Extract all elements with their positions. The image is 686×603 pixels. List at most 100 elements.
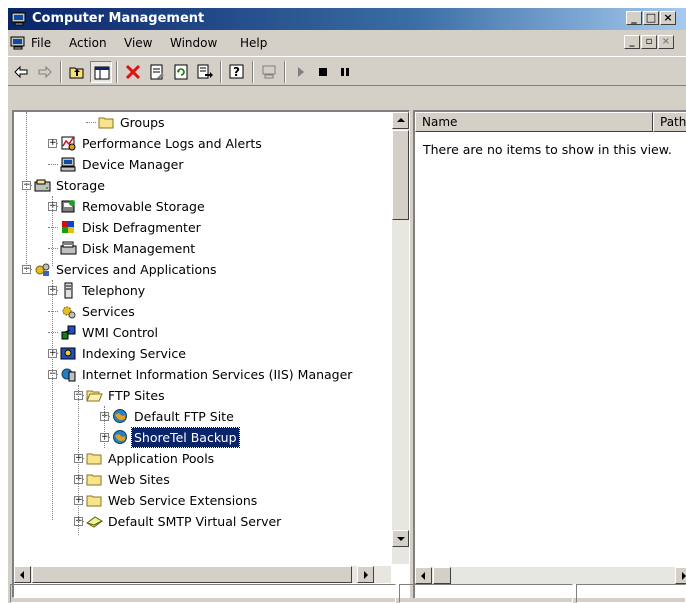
folder-icon	[86, 471, 103, 488]
show-hide-console-tree-button[interactable]	[90, 61, 112, 83]
tree-item-label: ShoreTel Backup	[131, 427, 240, 448]
menu-help[interactable]: Help	[240, 36, 267, 50]
tree-connector	[52, 196, 54, 266]
tree-item-performance-logs-and-alerts[interactable]: + Performance Logs and Alerts	[14, 133, 389, 154]
stop-service-button[interactable]	[312, 61, 334, 83]
back-arrow-icon	[14, 65, 28, 79]
status-panel-3	[576, 584, 686, 603]
tree-item-groups[interactable]: Groups	[14, 112, 389, 133]
help-icon: ?	[229, 64, 244, 79]
tree-horizontal-scrollbar[interactable]	[14, 566, 391, 583]
tree-item-internet-information-services-iis-manager[interactable]: − Internet Information Services (IIS) Man…	[14, 364, 389, 385]
tree-item-device-manager[interactable]: Device Manager	[14, 154, 389, 175]
menu-file[interactable]: File	[31, 36, 51, 50]
maximize-button[interactable]: □	[643, 11, 659, 25]
back-button[interactable]	[10, 61, 32, 83]
services-gear-icon	[60, 303, 77, 320]
tree-item-disk-management[interactable]: Disk Management	[14, 238, 389, 259]
column-header-name[interactable]: Name	[415, 112, 653, 132]
tree-item-web-service-extensions[interactable]: + Web Service Extensions	[14, 490, 389, 511]
tree-vertical-scrollbar[interactable]	[392, 112, 409, 564]
console-window-icon[interactable]	[10, 35, 26, 51]
removable-storage-icon	[60, 198, 77, 215]
tree-item-label: Device Manager	[82, 157, 184, 172]
folder-open-icon	[86, 387, 103, 404]
start-service-button[interactable]	[290, 61, 312, 83]
scroll-right-button[interactable]	[357, 566, 374, 583]
tree-item-wmi-control[interactable]: WMI Control	[14, 322, 389, 343]
console-tree[interactable]: Groups + Performance Logs and Alerts Device…	[12, 110, 410, 598]
tree-item-application-pools[interactable]: + Application Pools	[14, 448, 389, 469]
tree-item-ftp-sites[interactable]: − FTP Sites	[14, 385, 389, 406]
smtp-server-icon	[86, 513, 103, 530]
tree-item-disk-defragmenter[interactable]: Disk Defragmenter	[14, 217, 389, 238]
console-button[interactable]	[258, 61, 280, 83]
help-button[interactable]: ?	[226, 61, 248, 83]
iis-manager-icon	[60, 366, 77, 383]
menu-bar: File Action View Window Help _ ▫ ×	[8, 31, 686, 55]
folder-icon	[98, 114, 115, 131]
folder-icon	[86, 492, 103, 509]
expand-toggle[interactable]: +	[48, 139, 57, 148]
tree-item-label: Performance Logs and Alerts	[82, 136, 262, 151]
toolbar-separator	[252, 61, 254, 83]
status-panel-main	[10, 584, 396, 603]
up-one-level-button[interactable]	[66, 61, 88, 83]
child-restore-button[interactable]: ▫	[641, 35, 657, 49]
child-close-button[interactable]: ×	[658, 35, 674, 49]
scroll-left-button[interactable]	[14, 566, 31, 583]
computer-management-window: Computer Management _ □ × File Action Vi…	[8, 8, 686, 603]
tree-item-label: Application Pools	[108, 451, 215, 466]
tree-item-label: WMI Control	[82, 325, 158, 340]
empty-list-message: There are no items to show in this view.	[423, 142, 672, 157]
computer-management-icon	[11, 12, 26, 26]
tree-connector	[48, 164, 58, 166]
h-scroll-thumb[interactable]	[32, 566, 352, 583]
tree-item-indexing-service[interactable]: + Indexing Service	[14, 343, 389, 364]
close-button[interactable]: ×	[660, 11, 676, 25]
stop-icon	[319, 68, 327, 76]
delete-button[interactable]	[122, 61, 144, 83]
tree-item-default-ftp-site[interactable]: + Default FTP Site	[14, 406, 389, 427]
results-list[interactable]: Name Path There are no items to show in …	[413, 110, 686, 598]
pause-service-button[interactable]	[334, 61, 356, 83]
tree-item-label: Groups	[120, 115, 165, 130]
export-list-button[interactable]	[194, 61, 216, 83]
tree-item-telephony[interactable]: + Telephony	[14, 280, 389, 301]
minimize-button[interactable]: _	[626, 11, 642, 25]
toolbar-separator	[60, 61, 62, 83]
tree-item-label: Services	[82, 304, 135, 319]
tree-item-label: Telephony	[82, 283, 146, 298]
tree-item-label: Indexing Service	[82, 346, 186, 361]
tree-connector	[78, 385, 80, 535]
tree-item-web-sites[interactable]: + Web Sites	[14, 469, 389, 490]
tree-item-shoretel-backup[interactable]: + ShoreTel Backup	[14, 427, 389, 448]
scroll-up-button[interactable]	[392, 112, 409, 129]
title-bar[interactable]: Computer Management _ □ ×	[8, 8, 686, 30]
properties-button[interactable]	[146, 61, 168, 83]
telephony-icon	[60, 282, 77, 299]
tree-item-services-and-applications[interactable]: − Services and Applications	[14, 259, 389, 280]
status-panel-2	[399, 584, 573, 603]
delete-icon	[125, 64, 141, 80]
menu-action[interactable]: Action	[69, 36, 107, 50]
toolbar-separator	[116, 61, 118, 83]
tree-item-removable-storage[interactable]: + Removable Storage	[14, 196, 389, 217]
tree-item-storage[interactable]: − Storage	[14, 175, 389, 196]
status-bar	[8, 582, 686, 603]
export-list-icon	[197, 64, 213, 79]
scroll-thumb[interactable]	[392, 130, 409, 220]
indexing-service-icon	[60, 345, 77, 362]
device-manager-icon	[60, 156, 77, 173]
tree-item-services[interactable]: Services	[14, 301, 389, 322]
folder-icon	[86, 450, 103, 467]
forward-button[interactable]	[34, 61, 56, 83]
menu-window[interactable]: Window	[170, 36, 217, 50]
refresh-button[interactable]	[170, 61, 192, 83]
scroll-down-button[interactable]	[392, 530, 409, 547]
ftp-site-globe-icon	[112, 408, 129, 425]
child-minimize-button[interactable]: _	[624, 35, 640, 49]
tree-item-default-smtp-virtual-server[interactable]: + Default SMTP Virtual Server	[14, 511, 389, 532]
column-header-path[interactable]: Path	[653, 112, 686, 132]
menu-view[interactable]: View	[124, 36, 152, 50]
